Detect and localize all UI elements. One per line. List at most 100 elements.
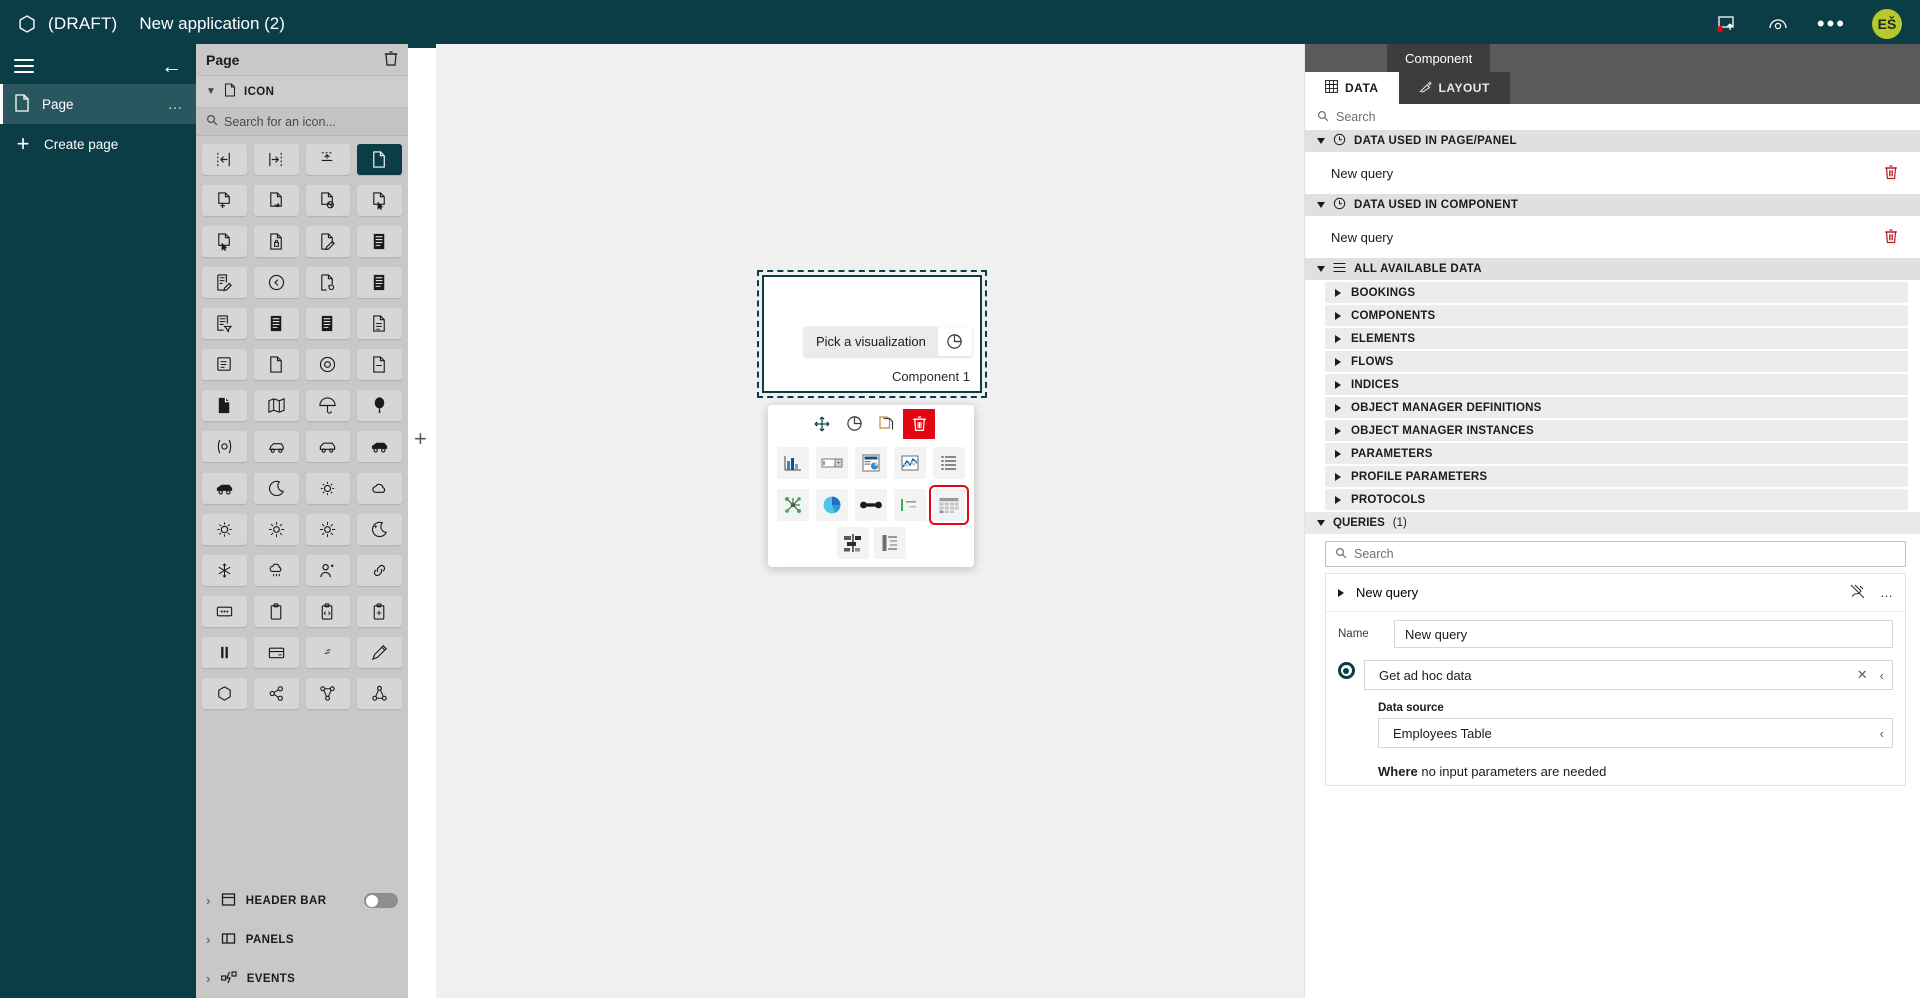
query-name-input[interactable]: New query [1394, 620, 1893, 648]
group-all-available-data[interactable]: ALL AVAILABLE DATA [1305, 258, 1920, 280]
umbrella-icon[interactable] [305, 390, 351, 422]
data-category-item[interactable]: OBJECT MANAGER DEFINITIONS [1325, 397, 1908, 418]
note-edit-icon[interactable] [202, 349, 247, 381]
clipboard-code-icon[interactable] [305, 595, 351, 627]
sun-star-icon[interactable] [305, 513, 351, 545]
pen-icon[interactable] [357, 636, 402, 668]
tab-data[interactable]: DATA [1305, 72, 1399, 104]
pie-chart-icon[interactable] [816, 489, 848, 521]
align-top-icon[interactable] [305, 144, 351, 175]
data-category-item[interactable]: FLOWS [1325, 351, 1908, 372]
section-header-bar[interactable]: › HEADER BAR [196, 881, 408, 920]
moon-icon[interactable] [253, 472, 299, 504]
share-node-icon[interactable] [253, 677, 299, 709]
page-cursor-alt-icon[interactable] [202, 226, 247, 258]
header-bar-toggle[interactable] [364, 893, 398, 908]
page-lines-icon[interactable] [357, 226, 402, 258]
bar-chart-icon[interactable] [777, 447, 809, 479]
group-queries[interactable]: QUERIES (1) [1305, 512, 1920, 534]
page-edit-pen-icon[interactable] [202, 267, 247, 299]
chevron-left-icon[interactable]: ‹ [1880, 726, 1884, 741]
car-icon[interactable] [253, 431, 299, 463]
cloud-icon[interactable] [357, 472, 402, 504]
page-note-icon[interactable] [357, 349, 402, 381]
page-link-icon[interactable] [305, 267, 351, 299]
page-plain-icon[interactable] [253, 349, 299, 381]
clipboard-icon[interactable] [253, 595, 299, 627]
pie-chart-icon[interactable] [937, 327, 972, 356]
section-events[interactable]: › EVENTS [196, 959, 408, 998]
data-category-item[interactable]: COMPONENTS [1325, 305, 1908, 326]
pie-chart-icon[interactable] [839, 409, 869, 438]
data-category-item[interactable]: PROTOCOLS [1325, 489, 1908, 510]
move-icon[interactable] [807, 409, 837, 438]
present-screen-icon[interactable] [1713, 11, 1739, 37]
page-edit-icon[interactable] [305, 226, 351, 258]
pause-icon[interactable] [202, 636, 247, 668]
input-field-icon[interactable] [816, 447, 848, 479]
bracket-icon[interactable] [202, 431, 247, 463]
line-chart-icon[interactable] [894, 447, 926, 479]
feather-icon[interactable] [305, 636, 351, 668]
map-icon[interactable] [253, 390, 299, 422]
clipboard-add-icon[interactable] [357, 595, 402, 627]
sun-icon[interactable] [202, 513, 247, 545]
share-nodes-icon[interactable] [305, 677, 351, 709]
list-view-icon[interactable] [933, 447, 965, 479]
clear-x-icon[interactable]: ✕ [1857, 667, 1868, 683]
page-block-icon[interactable] [305, 185, 351, 217]
icon-search-field[interactable]: Search for an icon... [196, 108, 408, 136]
data-category-item[interactable]: BOOKINGS [1325, 282, 1908, 303]
person-pin-icon[interactable] [305, 554, 351, 586]
dashboard-card-icon[interactable] [855, 447, 887, 479]
trash-icon[interactable] [1884, 164, 1898, 183]
data-row-page-panel-query[interactable]: New query [1325, 156, 1908, 190]
align-left-icon[interactable] [202, 144, 247, 175]
unpin-icon[interactable] [1849, 583, 1866, 603]
sun-cloud-icon[interactable] [305, 472, 351, 504]
moon-night-icon[interactable] [357, 513, 402, 545]
query-card-header[interactable]: New query … [1326, 574, 1905, 612]
delete-icon[interactable] [903, 408, 935, 439]
component-1[interactable]: Pick a visualization Component 1 [757, 270, 987, 398]
collapse-left-arrow-icon[interactable]: ← [161, 56, 182, 77]
design-canvas[interactable]: + Pick a visualization Component 1 [414, 44, 1304, 998]
clock-back-icon[interactable] [253, 267, 299, 299]
pick-visualization-control[interactable]: Pick a visualization [804, 327, 972, 356]
hamburger-menu-icon[interactable] [14, 55, 34, 77]
sidebar-item-create-page[interactable]: + Create page [0, 124, 196, 164]
list-dark-icon[interactable] [253, 308, 299, 340]
group-data-used-in-component[interactable]: DATA USED IN COMPONENT [1305, 194, 1920, 216]
component-tab-label[interactable]: Component [1387, 44, 1491, 72]
cloud-rain-icon[interactable] [253, 554, 299, 586]
list-lines-icon[interactable] [357, 267, 402, 299]
page-lines-alt-icon[interactable] [357, 308, 402, 340]
sun-bright-icon[interactable] [253, 513, 299, 545]
data-category-item[interactable]: INDICES [1325, 374, 1908, 395]
hexagon-icon[interactable] [202, 677, 247, 709]
balloon-icon[interactable] [357, 390, 402, 422]
page-arrow-icon[interactable] [253, 185, 299, 217]
sidebar-item-page[interactable]: Page … [0, 84, 196, 124]
network-graph-icon[interactable] [777, 489, 809, 521]
car-side-icon[interactable] [357, 431, 402, 463]
data-row-component-query[interactable]: New query [1325, 220, 1908, 254]
add-component-icon[interactable]: + [414, 426, 427, 452]
car-front-icon[interactable] [202, 472, 247, 504]
snow-icon[interactable] [202, 554, 247, 586]
car-alt-icon[interactable] [305, 431, 351, 463]
queries-search-input[interactable]: Search [1325, 541, 1906, 567]
copy-icon[interactable] [871, 409, 901, 438]
chevron-left-icon[interactable]: ‹ [1880, 668, 1884, 683]
data-category-item[interactable]: OBJECT MANAGER INSTANCES [1325, 420, 1908, 441]
page-lock-icon[interactable] [253, 226, 299, 258]
gantt-icon[interactable] [836, 527, 869, 559]
align-right-icon[interactable] [253, 144, 299, 175]
link-icon[interactable] [357, 554, 402, 586]
clock-icon[interactable] [305, 349, 351, 381]
name-value-icon[interactable] [894, 489, 926, 521]
gauge-bar-icon[interactable] [855, 489, 887, 521]
query-action-select[interactable]: Get ad hoc data ✕ ‹ [1364, 660, 1893, 690]
page-fill-icon[interactable] [202, 390, 247, 422]
preview-eye-icon[interactable] [1765, 11, 1791, 37]
